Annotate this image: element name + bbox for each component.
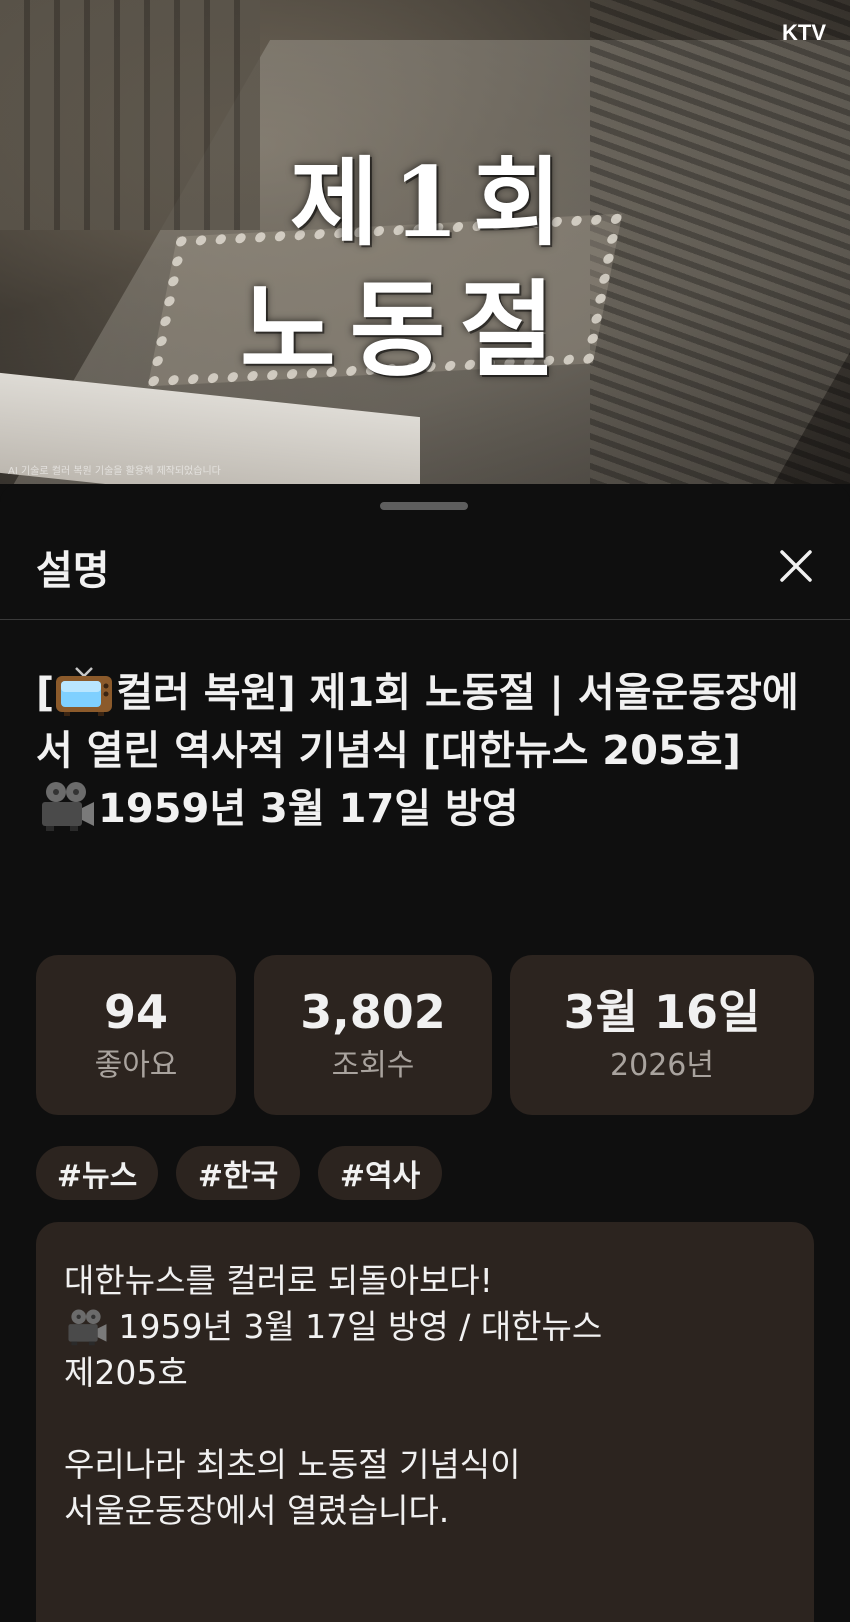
title-text-part2: 1959년 3월 17일 방영 — [98, 786, 519, 832]
hashtag-history[interactable]: #역사 — [318, 1146, 442, 1200]
likes-label: 좋아요 — [94, 1048, 178, 1083]
stats-row: 94 좋아요 3,802 조회수 3월 16일 2026년 — [36, 955, 814, 1115]
sheet-title: 설명 — [36, 548, 110, 594]
film-projector-emoji-icon — [42, 782, 94, 831]
video-overlay-title-line2: 노동절 — [240, 268, 570, 391]
ai-restoration-note: AI 기술로 컬러 복원 기술을 활용해 제작되었습니다 — [8, 466, 221, 477]
video-scene-crowd — [590, 0, 850, 484]
description-line2: 1959년 3월 17일 방영 / 대한뉴스 제205호 — [64, 1307, 603, 1392]
description-body: 대한뉴스를 컬러로 되돌아보다! 1959년 3월 17일 방영 / 대한뉴스 … — [36, 1222, 814, 1622]
description-line3: 우리나라 최초의 노동절 기념식이 서울운동장에서 열렸습니다. — [64, 1445, 521, 1530]
video-title: [ 컬러 복원] 제1회 노동절 | 서울운동장에서 열린 역사적 기념식 [대… — [36, 664, 816, 838]
title-text-part1: 컬러 복원] 제1회 노동절 | 서울운동장에서 열린 역사적 기념식 [대한뉴… — [36, 670, 799, 774]
likes-stat[interactable]: 94 좋아요 — [36, 955, 236, 1115]
description-sheet: 설명 [ 컬러 복원] 제1회 노동절 | 서울운동장에서 열린 역사적 기념식… — [0, 484, 850, 1622]
likes-count: 94 — [103, 985, 168, 1039]
description-line2-wrap: 1959년 3월 17일 방영 / 대한뉴스 제205호 — [64, 1304, 786, 1396]
video-player[interactable]: 제1회 노동절 KTV AI 기술로 컬러 복원 기술을 활용해 제작되었습니다 — [0, 0, 850, 484]
tv-emoji-icon — [56, 667, 113, 716]
video-scene-building — [0, 0, 260, 230]
close-icon — [780, 550, 812, 582]
hashtag-korea[interactable]: #한국 — [176, 1146, 300, 1200]
hashtag-news[interactable]: #뉴스 — [36, 1146, 158, 1200]
sheet-header: 설명 — [0, 524, 850, 620]
views-label: 조회수 — [331, 1048, 415, 1083]
film-projector-emoji-icon — [68, 1309, 107, 1346]
channel-watermark: KTV — [782, 20, 826, 45]
drag-handle[interactable] — [380, 502, 468, 510]
views-stat[interactable]: 3,802 조회수 — [254, 955, 492, 1115]
upload-date: 3월 16일 — [563, 985, 761, 1039]
title-bracket: [ — [36, 670, 55, 716]
upload-year: 2026년 — [610, 1048, 714, 1083]
description-line1: 대한뉴스를 컬러로 되돌아보다! — [64, 1261, 493, 1300]
video-overlay-title-line1: 제1회 — [290, 146, 576, 259]
upload-date-stat[interactable]: 3월 16일 2026년 — [510, 955, 814, 1115]
close-button[interactable] — [772, 542, 820, 590]
views-count: 3,802 — [300, 985, 446, 1039]
